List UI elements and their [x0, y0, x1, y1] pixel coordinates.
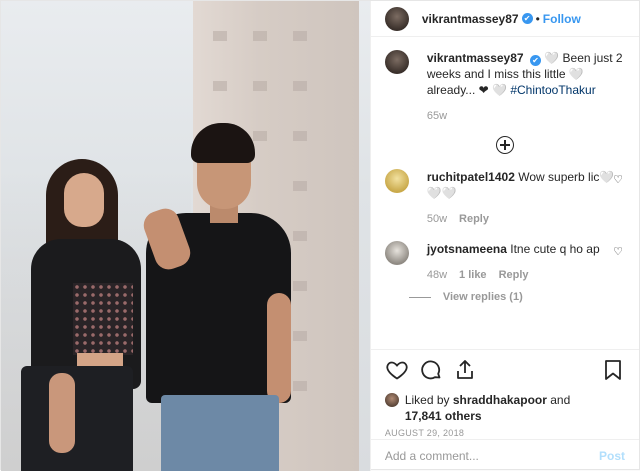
comment-username[interactable]: ruchitpatel1402: [427, 170, 515, 184]
caption-meta: 65w: [427, 108, 625, 124]
comment-text: jyotsnameena Itne cute q ho ap: [427, 241, 625, 257]
comment-meta: 50w Reply: [427, 211, 625, 227]
comment-like-heart-icon[interactable]: ♡: [613, 245, 623, 258]
liked-by-user[interactable]: shraddhakapoor: [453, 393, 547, 407]
heart-icon[interactable]: [385, 358, 409, 382]
comment-input[interactable]: [384, 448, 599, 463]
comment-time[interactable]: 50w: [427, 211, 447, 227]
caption-body: vikrantmassey87 ✔ 🤍 Been just 2 weeks an…: [427, 50, 625, 124]
author-avatar[interactable]: [384, 6, 409, 31]
instagram-post: vikrantmassey87 ✔ • Follow vikrantmassey…: [0, 0, 640, 471]
woman-arm: [49, 373, 75, 453]
caption-text: vikrantmassey87 ✔ 🤍 Been just 2 weeks an…: [427, 50, 625, 98]
caption-username[interactable]: vikrantmassey87: [427, 51, 524, 65]
reply-button[interactable]: Reply: [499, 267, 529, 283]
reply-button[interactable]: Reply: [459, 211, 489, 227]
share-icon[interactable]: [453, 358, 477, 382]
verified-badge-icon: ✔: [521, 13, 533, 24]
caption: vikrantmassey87 ✔ 🤍 Been just 2 weeks an…: [384, 50, 625, 124]
woman-jeans: [21, 366, 133, 471]
caption-hashtag[interactable]: #ChintooThakur: [510, 83, 595, 97]
caption-time[interactable]: 65w: [427, 108, 447, 124]
likes-count[interactable]: 17,841 others: [405, 409, 482, 423]
comment-body: ruchitpatel1402 Wow superb lic🤍🤍🤍 50w Re…: [427, 169, 625, 227]
comment-like-heart-icon[interactable]: ♡: [613, 173, 623, 186]
comment-body: jyotsnameena Itne cute q ho ap 48w 1 lik…: [427, 241, 625, 283]
post-side-panel: vikrantmassey87 ✔ • Follow vikrantmassey…: [369, 1, 639, 471]
comment-icon[interactable]: [419, 358, 443, 382]
post-date[interactable]: AUGUST 29, 2018: [385, 428, 625, 438]
bookmark-icon[interactable]: [601, 358, 625, 382]
comment-username[interactable]: jyotsnameena: [427, 242, 507, 256]
post-photo[interactable]: [1, 1, 370, 471]
comments-section[interactable]: vikrantmassey87 ✔ 🤍 Been just 2 weeks an…: [371, 37, 639, 349]
comment-meta: 48w 1 like Reply: [427, 267, 625, 283]
plus-circle-icon[interactable]: [495, 136, 514, 154]
comment-like-count[interactable]: 1 like: [459, 267, 487, 283]
action-icons: [385, 358, 625, 382]
comment-item: ruchitpatel1402 Wow superb lic🤍🤍🤍 50w Re…: [384, 169, 625, 227]
man-jeans: [161, 395, 279, 471]
view-replies-label[interactable]: View replies (1): [443, 291, 523, 303]
woman-top: [73, 283, 133, 355]
comment-time[interactable]: 48w: [427, 267, 447, 283]
comment-content: Itne cute q ho ap: [510, 242, 600, 256]
post-header: vikrantmassey87 ✔ • Follow: [370, 1, 639, 37]
post-actions: Liked by shraddhakapoor and 17,841 other…: [370, 349, 639, 438]
separator-dot: •: [535, 11, 540, 26]
add-comment-bar: Post: [370, 439, 639, 471]
caption-avatar[interactable]: [384, 50, 409, 74]
likes-summary: Liked by shraddhakapoor and 17,841 other…: [384, 392, 625, 424]
post-comment-button[interactable]: Post: [599, 449, 625, 463]
view-replies-line: [408, 296, 431, 298]
liked-by-prefix: Liked by: [404, 393, 453, 407]
verified-badge-icon: ✔: [529, 55, 541, 66]
likes-text: Liked by shraddhakapoor and 17,841 other…: [405, 392, 570, 424]
comment-item: jyotsnameena Itne cute q ho ap 48w 1 lik…: [384, 241, 625, 283]
comment-text: ruchitpatel1402 Wow superb lic🤍🤍🤍: [427, 169, 625, 201]
liker-avatar: [384, 393, 399, 407]
woman-face: [64, 173, 104, 227]
view-replies-button[interactable]: View replies (1): [408, 291, 625, 303]
header-meta: vikrantmassey87 ✔ • Follow: [422, 12, 581, 26]
commenter-avatar[interactable]: [384, 169, 409, 193]
liked-by-and: and: [546, 393, 571, 407]
author-username[interactable]: vikrantmassey87: [422, 12, 519, 26]
man-arm: [267, 293, 291, 403]
follow-button[interactable]: Follow: [543, 12, 581, 26]
commenter-avatar[interactable]: [384, 241, 409, 265]
